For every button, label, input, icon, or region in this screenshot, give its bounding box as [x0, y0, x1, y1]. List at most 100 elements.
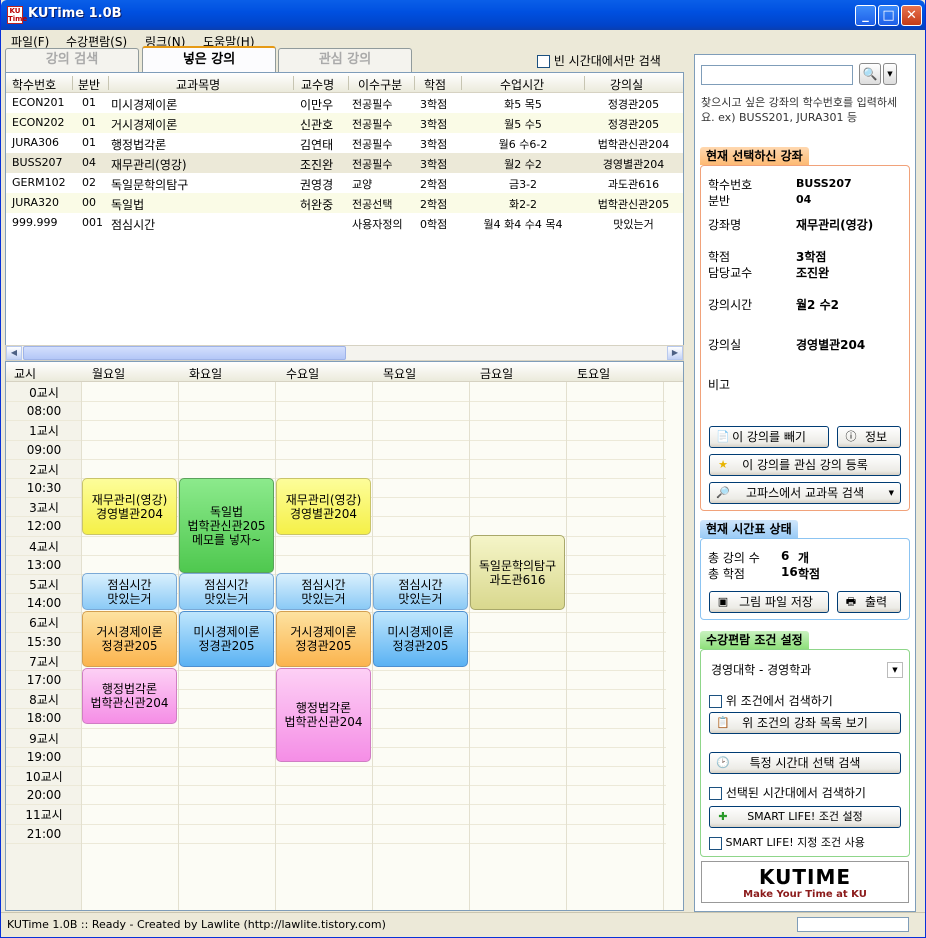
info-button[interactable]: ⓘ 정보 [837, 426, 901, 448]
condition-search-checkbox[interactable] [709, 695, 722, 708]
condition-list-button[interactable]: 📋 위 조건의 강좌 목록 보기 [709, 712, 901, 734]
professor-value: 조진완 [796, 266, 830, 280]
col-type[interactable]: 이수구분 [358, 76, 402, 93]
condition-search-option[interactable]: 위 조건에서 검색하기 [709, 692, 833, 709]
title-bar: KU Time KUTime 1.0B _ □ ✕ [1, 0, 925, 30]
app-icon: KU Time [7, 6, 28, 24]
table-row[interactable]: JURA320 00 독일법 허완중 전공선택 2학점 화2-2 법학관신관205 [6, 193, 683, 213]
smart-life-button[interactable]: ✚ SMART LIFE! 조건 설정 [709, 806, 901, 828]
search-button[interactable]: 🔍 [859, 63, 881, 85]
add-favorite-button[interactable]: ★ 이 강의를 관심 강의 등록 [709, 454, 901, 476]
time-label: 14:00 [26, 596, 62, 611]
col-section[interactable]: 분반 [78, 76, 100, 93]
note-label: 비고 [708, 378, 731, 392]
table-cell: 허완중 [300, 198, 334, 212]
course-block[interactable]: 점심시간 맛있는거 [276, 573, 371, 610]
table-cell: 점심시간 [111, 218, 156, 232]
close-button[interactable]: ✕ [901, 5, 922, 26]
course-block[interactable]: 재무관리(영강) 경영별관204 [276, 478, 371, 535]
course-block[interactable]: 점심시간 맛있는거 [179, 573, 274, 610]
search-dropdown-button[interactable]: ▼ [883, 63, 897, 85]
smart-life-checkbox[interactable] [709, 836, 722, 850]
course-block[interactable]: 거시경제이론 정경관205 [276, 611, 371, 667]
save-image-button[interactable]: ▣ 그림 파일 저장 [709, 591, 829, 613]
table-row[interactable]: 999.999 001 점심시간 사용자정의 0학점 월4 화4 수4 목4 맛있는거 [6, 213, 683, 233]
image-icon: ▣ [717, 595, 729, 608]
course-block[interactable]: 미시경제이론 정경관205 [179, 611, 274, 667]
print-button[interactable]: 🖶 출력 [837, 591, 901, 613]
day-sat: 토요일 [577, 367, 611, 381]
col-code[interactable]: 학수번호 [12, 76, 56, 93]
time-label: 10교시 [25, 770, 63, 784]
table-cell: GERM102 [12, 176, 66, 189]
table-cell: 독일문학의탐구 [111, 178, 189, 192]
classroom-value: 경영별관204 [796, 338, 866, 352]
table-row[interactable]: BUSS207 04 재무관리(영강) 조진완 전공필수 3학점 월2 수2 경영별관204 [6, 153, 683, 173]
menu-bar: 파일(F) 수강편람(S) 링크(N) 도움말(H) [1, 30, 925, 50]
table-row[interactable]: JURA306 01 행정법각론 김연태 전공필수 3학점 월6 수6-2 법학관신관204 [6, 133, 683, 153]
table-row[interactable]: ECON202 01 거시경제이론 신관호 전공필수 3학점 월5 수5 정경관205 [6, 113, 683, 133]
table-row[interactable]: ECON201 01 미시경제이론 이만우 전공필수 3학점 화5 목5 정경관205 [6, 93, 683, 113]
table-cell: 김연태 [300, 138, 334, 152]
table-cell: 01 [82, 96, 96, 109]
time-label: 2교시 [29, 462, 59, 477]
section-label: 분반 [708, 194, 731, 208]
kopas-search-button[interactable]: 🔎 고파스에서 교과목 검색 ▼ [709, 482, 901, 504]
course-block[interactable]: 점심시간 맛있는거 [82, 573, 177, 610]
table-row[interactable]: GERM102 02 독일문학의탐구 권영경 교양 2학점 금3-2 과도관616 [6, 173, 683, 193]
selected-time-option[interactable]: 선택된 시간대에서 검색하기 [709, 784, 866, 801]
selected-time-checkbox[interactable] [709, 787, 722, 800]
course-block[interactable]: 행정법각론 법학관신관204 [276, 668, 371, 762]
total-count-label: 총 강의 수 [708, 551, 760, 565]
remove-course-button[interactable]: 📄 이 강의를 빼기 [709, 426, 829, 448]
course-block-room: 정경관205 [101, 639, 158, 653]
maximize-button[interactable]: □ [878, 5, 899, 26]
tab-added-courses[interactable]: 넣은 강의 [142, 46, 276, 72]
empty-only-checkbox[interactable] [537, 55, 550, 68]
day-tue: 화요일 [189, 367, 223, 381]
timetable: 교시 월요일 화요일 수요일 목요일 금요일 토요일 0교시 08:00 1교시 09… [5, 361, 684, 911]
course-block[interactable]: 행정법각론 법학관신관204 [82, 668, 177, 724]
dept-select[interactable]: 경영대학 - 경영학과 ▼ [707, 660, 903, 680]
logo-title: KUTIME [758, 865, 852, 889]
day-period: 교시 [14, 367, 37, 381]
scroll-right-button[interactable]: ▶ [667, 346, 683, 360]
col-room[interactable]: 강의실 [610, 76, 643, 93]
empty-only-label: 빈 시간대에서만 검색 [553, 54, 661, 68]
table-cell: 사용자정의 [352, 218, 403, 231]
course-block[interactable]: 독일법 법학관신관205 메모를 넣자~ [179, 478, 274, 573]
course-block[interactable]: 거시경제이론 정경관205 [82, 611, 177, 667]
catalog-condition-title: 수강편람 조건 설정 [700, 631, 809, 649]
course-block[interactable]: 미시경제이론 정경관205 [373, 611, 468, 667]
course-search-input[interactable] [701, 65, 853, 85]
puzzle-icon: ✚ [718, 810, 728, 823]
code-value: BUSS207 [796, 177, 852, 190]
course-block[interactable]: 점심시간 맛있는거 [373, 573, 468, 610]
chevron-down-icon: ▼ [887, 662, 903, 678]
time-search-button[interactable]: 🕑 특정 시간대 선택 검색 [709, 752, 901, 774]
course-block[interactable]: 독일문학의탐구 과도관616 [470, 535, 565, 610]
table-cell: 전공필수 [352, 118, 393, 131]
time-label: 15:30 [26, 634, 62, 649]
col-time[interactable]: 수업시간 [500, 76, 544, 93]
tab-favorite-courses[interactable]: 관심 강의 [278, 48, 412, 72]
scroll-left-button[interactable]: ◀ [6, 346, 22, 360]
right-panel: 🔍 ▼ 찾으시고 싶은 강좌의 학수번호를 입력하세요. ex) BUSS201… [694, 54, 916, 912]
col-credit[interactable]: 학점 [424, 76, 446, 93]
tab-course-search[interactable]: 강의 검색 [5, 48, 139, 72]
table-cell: 3학점 [420, 138, 448, 151]
table-cell: ECON202 [12, 116, 65, 129]
table-cell: 교양 [352, 178, 373, 191]
empty-only-option[interactable]: 빈 시간대에서만 검색 [537, 52, 661, 69]
smart-life-option[interactable]: SMART LIFE! 지정 조건 사용 [709, 834, 865, 850]
col-name[interactable]: 교과목명 [176, 76, 220, 93]
course-block-room: 법학관신관204 [284, 715, 363, 729]
time-label: 20:00 [26, 788, 62, 803]
minimize-button[interactable]: _ [855, 5, 876, 26]
course-block[interactable]: 재무관리(영강) 경영별관204 [82, 478, 177, 535]
col-prof[interactable]: 교수명 [301, 76, 334, 93]
table-cell: 법학관신관204 [597, 138, 670, 151]
table-cell: 월2 수2 [504, 158, 542, 171]
scroll-thumb[interactable] [23, 346, 346, 360]
horizontal-scrollbar[interactable]: ◀ ▶ [5, 345, 684, 361]
